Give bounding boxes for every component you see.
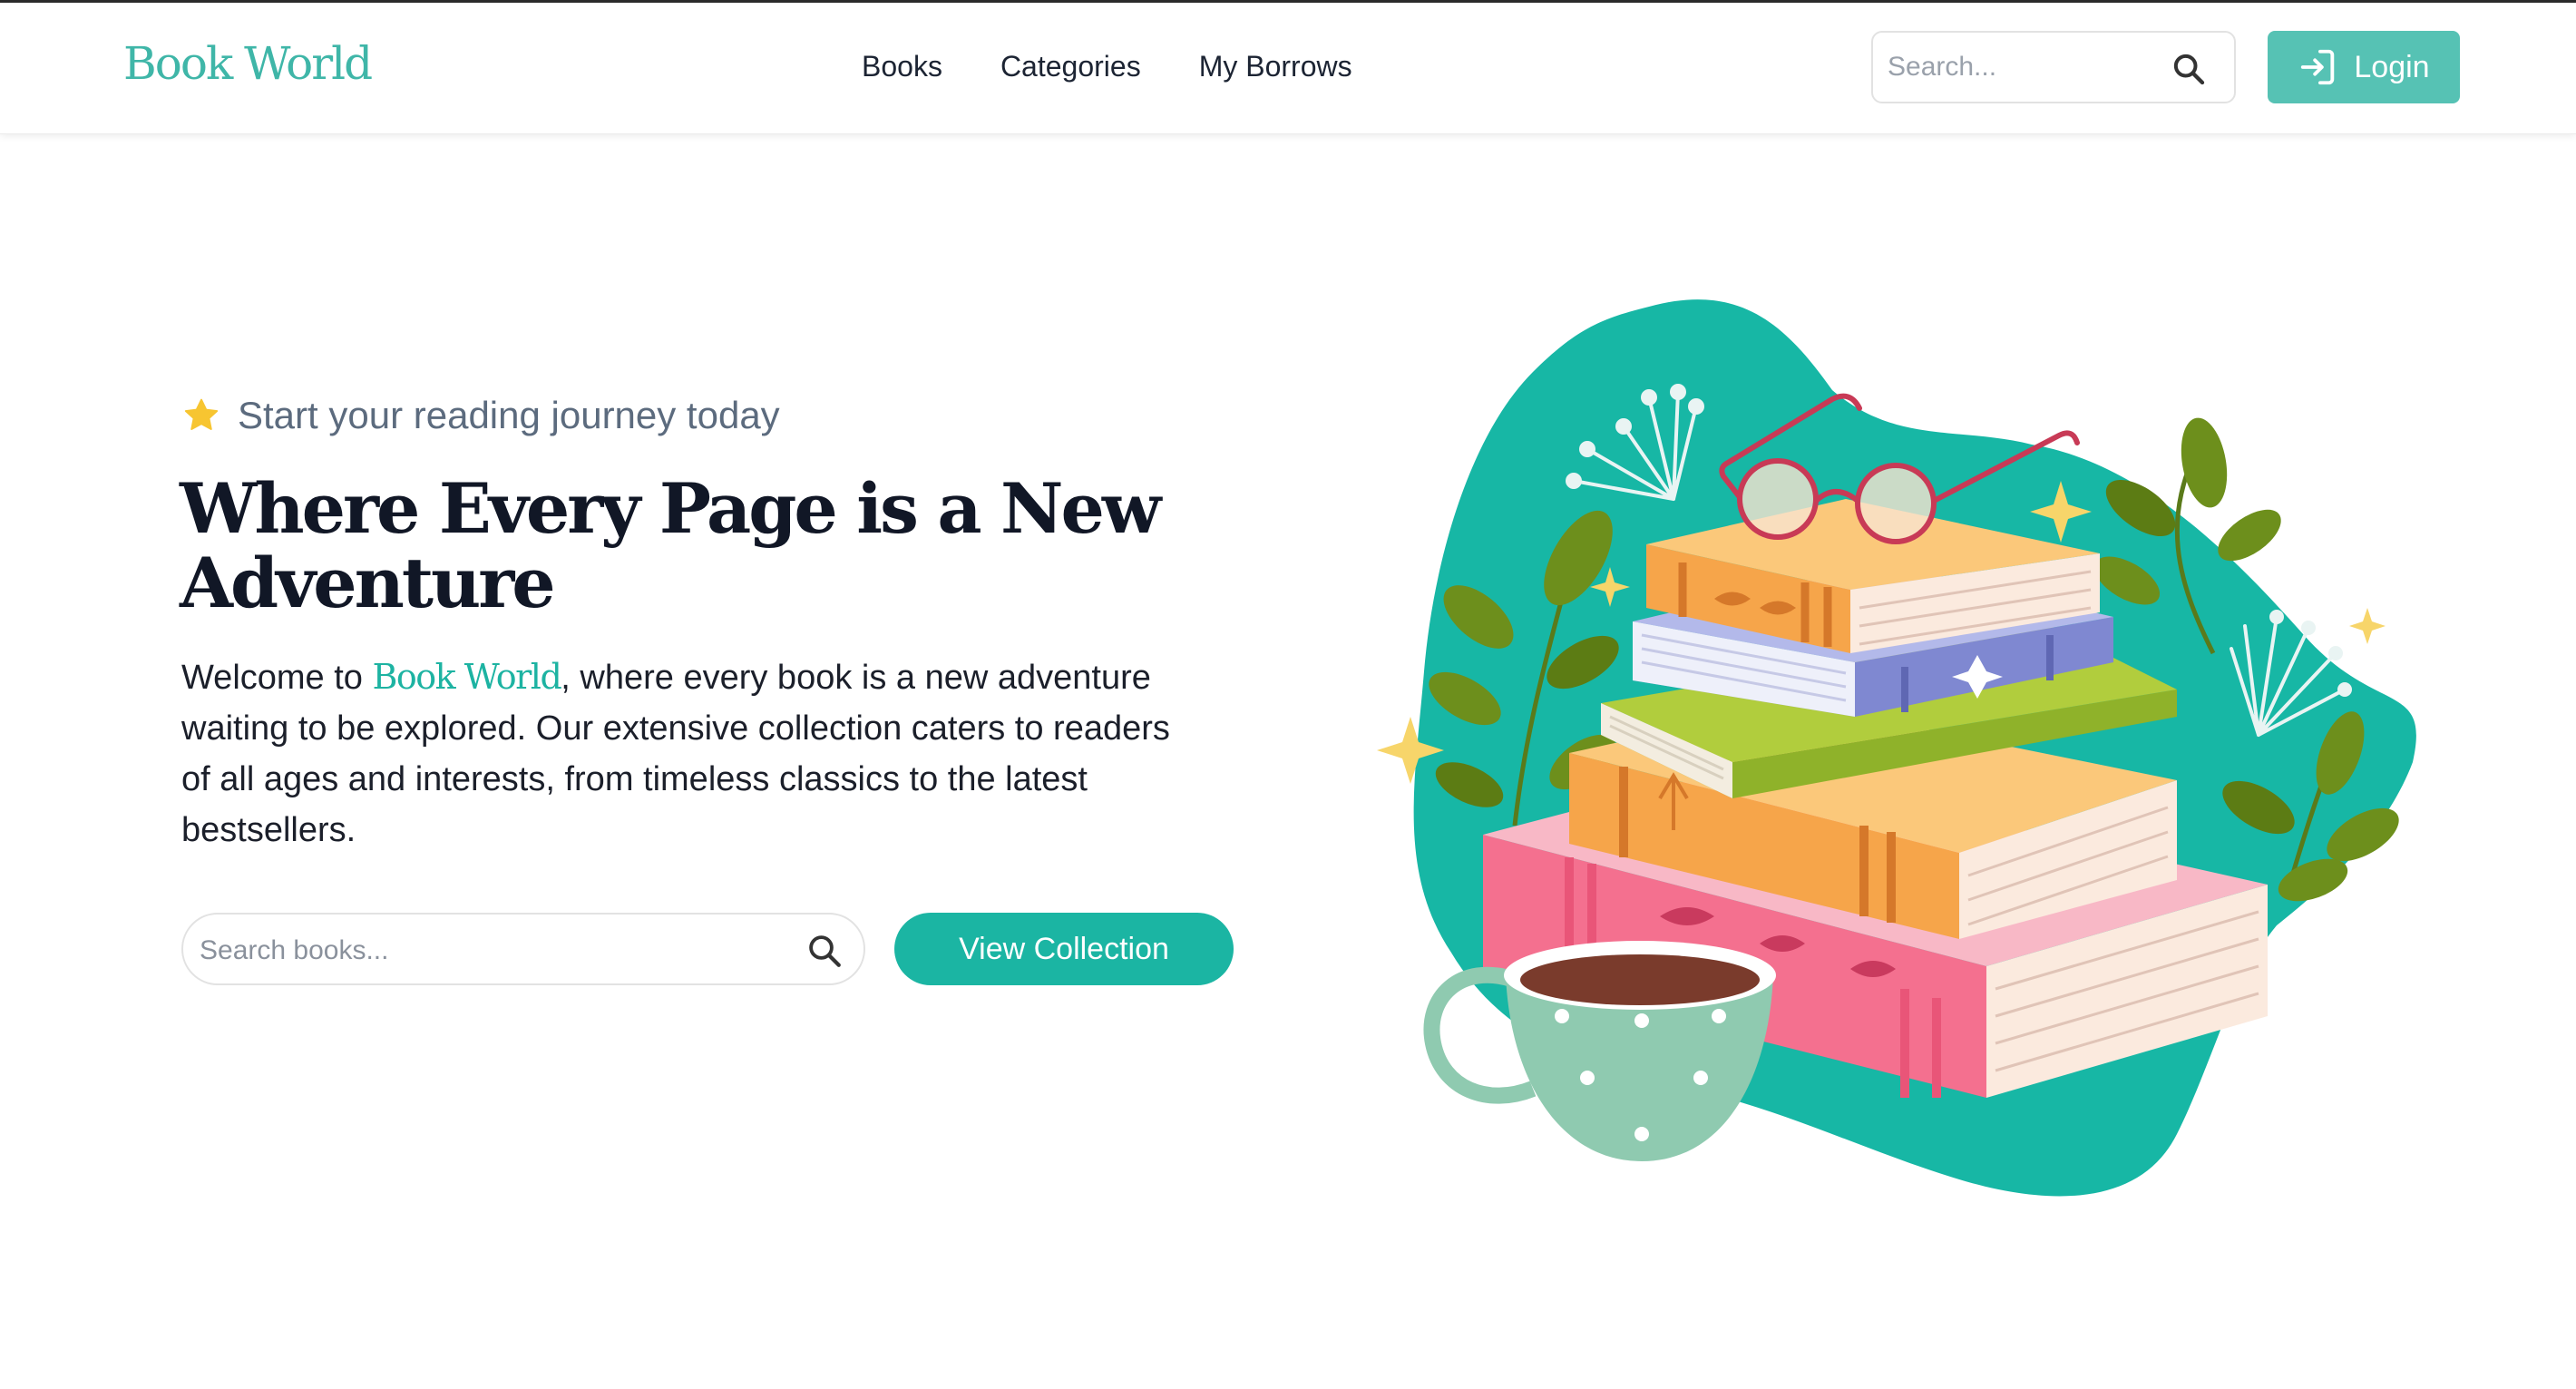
star-icon — [184, 398, 219, 430]
hero-search-input[interactable] — [200, 933, 780, 969]
hero-search — [181, 913, 865, 985]
logo[interactable]: Book World — [123, 37, 373, 90]
login-icon — [2301, 49, 2335, 85]
tagline-text: Start your reading journey today — [238, 394, 780, 436]
hero-illustration — [1377, 299, 2416, 1197]
sparkle — [2349, 608, 2386, 644]
nav-books[interactable]: Books — [862, 50, 942, 83]
intro-brand: Book World — [372, 657, 561, 697]
main-nav: Books Categories My Borrows — [862, 50, 1352, 83]
login-button[interactable]: Login — [2268, 31, 2460, 103]
nav-my-borrows[interactable]: My Borrows — [1199, 50, 1352, 83]
teacup — [1423, 941, 1776, 1161]
navbar: Book World Books Categories My Borrows L… — [0, 3, 2576, 134]
login-label: Login — [2354, 49, 2430, 84]
search-icon[interactable] — [2171, 51, 2207, 87]
view-collection-button[interactable]: View Collection — [894, 913, 1234, 985]
hero-intro: Welcome to Book World, where every book … — [181, 651, 1206, 856]
nav-categories[interactable]: Categories — [1000, 50, 1141, 83]
intro-prefix: Welcome to — [181, 659, 373, 697]
header-search-input[interactable] — [1888, 49, 2169, 85]
search-icon[interactable] — [805, 932, 844, 970]
tagline: Start your reading journey today — [181, 394, 780, 437]
hero-headline: Where Every Page is a New Adventure — [180, 468, 1161, 623]
header-search — [1871, 31, 2236, 103]
